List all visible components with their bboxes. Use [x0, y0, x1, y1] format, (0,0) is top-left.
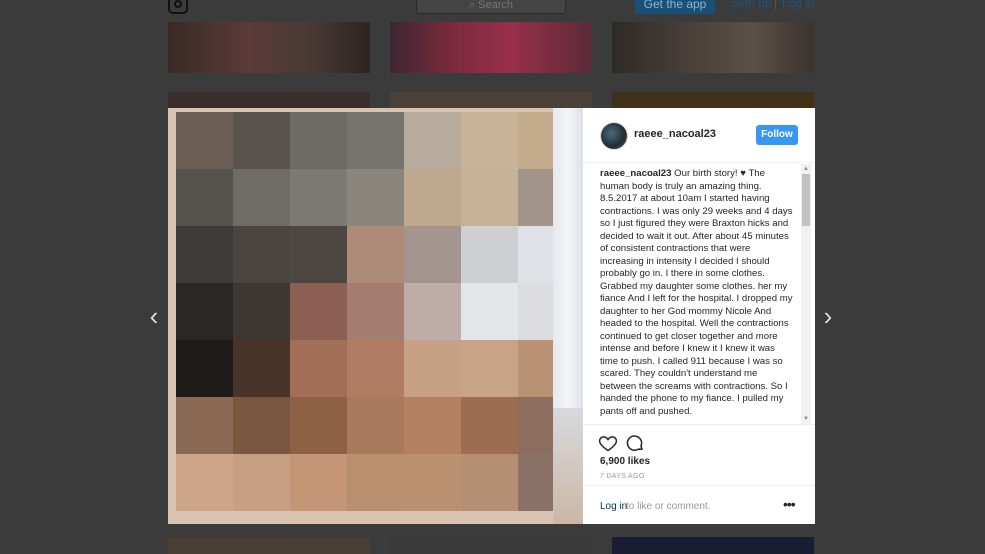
- pixelated-photo: [176, 112, 575, 511]
- background-header: ⌕ Search Get the app Sign up | Log in: [0, 0, 985, 14]
- scrollbar-thumb[interactable]: [802, 174, 810, 226]
- search-placeholder: Search: [478, 0, 514, 11]
- heart-icon[interactable]: [598, 433, 618, 453]
- post-image: [168, 108, 583, 524]
- avatar[interactable]: [600, 122, 628, 150]
- grid-post-thumbnail[interactable]: [390, 537, 592, 554]
- caption-scroll-area[interactable]: raeee_nacoal23 Our birth story! ♥ The hu…: [600, 168, 794, 423]
- chevron-left-icon[interactable]: ‹: [142, 303, 166, 329]
- grid-post-thumbnail[interactable]: [612, 537, 814, 554]
- login-prompt-text: to like or comment.: [626, 501, 711, 512]
- grid-post-thumbnail[interactable]: [168, 537, 370, 554]
- caption-username[interactable]: raeee_nacoal23: [600, 168, 671, 179]
- grid-post-thumbnail[interactable]: [612, 22, 814, 73]
- post-sidebar: raeee_nacoal23 Follow raeee_nacoal23 Our…: [583, 108, 815, 524]
- search-icon: ⌕: [468, 0, 479, 11]
- chevron-right-icon[interactable]: ›: [816, 303, 840, 329]
- caption: raeee_nacoal23 Our birth story! ♥ The hu…: [600, 168, 794, 418]
- post-modal: raeee_nacoal23 Follow raeee_nacoal23 Our…: [168, 108, 815, 524]
- more-options-icon[interactable]: •••: [783, 496, 796, 512]
- scroll-up-icon[interactable]: ▲: [801, 164, 811, 174]
- search-input[interactable]: ⌕ Search: [416, 0, 566, 14]
- scroll-down-icon[interactable]: ▼: [801, 414, 811, 424]
- post-username[interactable]: raeee_nacoal23: [634, 128, 716, 140]
- post-timestamp: 7 DAYS AGO: [600, 473, 645, 480]
- comment-icon[interactable]: [625, 433, 645, 453]
- login-prompt: Log in to like or comment. •••: [583, 485, 815, 526]
- header-separator: |: [774, 0, 778, 10]
- grid-post-thumbnail[interactable]: [390, 22, 592, 73]
- login-link[interactable]: Log in: [600, 501, 627, 512]
- likes-count[interactable]: 6,900 likes: [600, 456, 650, 467]
- photo-edge: [553, 408, 583, 524]
- instagram-logo-icon: [168, 0, 188, 14]
- log-in-link[interactable]: Log in: [782, 0, 815, 10]
- caption-text: Our birth story! ♥ The human body is tru…: [600, 168, 793, 417]
- grid-post-thumbnail[interactable]: [168, 22, 370, 73]
- sign-up-link[interactable]: Sign up: [731, 0, 772, 10]
- post-actions: 6,900 likes 7 DAYS AGO Log in to like or…: [583, 424, 815, 525]
- follow-button[interactable]: Follow: [756, 125, 798, 145]
- caption-scrollbar[interactable]: ▲ ▼: [801, 164, 811, 424]
- get-app-button[interactable]: Get the app: [635, 0, 715, 14]
- post-header: raeee_nacoal23 Follow: [583, 108, 815, 163]
